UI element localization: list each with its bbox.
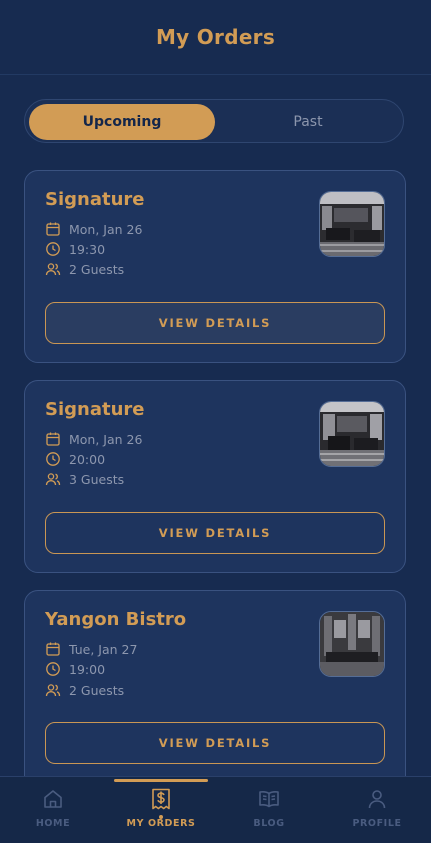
nav-home[interactable]: HOME (8, 787, 98, 829)
active-tab-indicator (114, 779, 208, 782)
guests-text: 2 Guests (69, 261, 125, 277)
order-date: Mon, Jan 26 (45, 221, 142, 237)
view-details-button[interactable]: VIEW DETAILS (45, 722, 385, 764)
order-guests: 2 Guests (45, 261, 124, 277)
restaurant-name: Signature (45, 189, 145, 210)
time-text: 20:00 (69, 451, 106, 467)
home-icon (44, 790, 62, 808)
bottom-navigation: HOME MY ORDERS BLOG PROFILE (0, 776, 431, 843)
guests-icon (45, 684, 61, 697)
view-details-button[interactable]: VIEW DETAILS (45, 302, 385, 344)
restaurant-photo (319, 611, 385, 677)
clock-icon (46, 662, 60, 676)
guests-icon (45, 263, 61, 276)
nav-blog-label: BLOG (253, 818, 285, 829)
order-time: 20:00 (45, 451, 105, 467)
order-tabs: Upcoming Past (24, 99, 404, 143)
date-text: Mon, Jan 26 (69, 431, 143, 447)
page-header: My Orders (0, 0, 431, 75)
page-title: My Orders (155, 25, 276, 49)
active-dot (159, 815, 163, 819)
order-date: Mon, Jan 26 (45, 431, 142, 447)
order-time: 19:00 (45, 661, 105, 677)
user-icon (368, 790, 386, 809)
restaurant-name: Yangon Bistro (45, 609, 187, 630)
tab-upcoming[interactable]: Upcoming (29, 104, 215, 140)
calendar-icon (46, 222, 60, 236)
open-book-icon (259, 791, 279, 808)
nav-home-label: HOME (35, 818, 71, 829)
view-details-button[interactable]: VIEW DETAILS (45, 512, 385, 554)
date-text: Mon, Jan 26 (69, 221, 143, 237)
tab-past[interactable]: Past (215, 104, 401, 140)
order-date: Tue, Jan 27 (45, 641, 137, 657)
order-card: Yangon Bistro Tue, Jan 27 19:00 2 Guests… (24, 590, 406, 790)
time-text: 19:00 (69, 661, 106, 677)
order-card: Signature Mon, Jan 26 19:30 2 Guests VIE… (24, 170, 406, 363)
order-guests: 3 Guests (45, 471, 124, 487)
guests-text: 2 Guests (69, 682, 125, 698)
time-text: 19:30 (69, 241, 106, 257)
order-time: 19:30 (45, 241, 105, 257)
nav-profile-label: PROFILE (352, 818, 402, 829)
date-text: Tue, Jan 27 (69, 641, 138, 657)
guests-icon (45, 473, 61, 486)
restaurant-photo (319, 191, 385, 257)
clock-icon (46, 452, 60, 466)
restaurant-photo (319, 401, 385, 467)
calendar-icon (46, 642, 60, 656)
order-guests: 2 Guests (45, 682, 124, 698)
calendar-icon (46, 432, 60, 446)
nav-my-orders[interactable]: MY ORDERS (116, 787, 206, 829)
clock-icon (46, 242, 60, 256)
nav-blog[interactable]: BLOG (224, 787, 314, 829)
guests-text: 3 Guests (69, 471, 125, 487)
order-card: Signature Mon, Jan 26 20:00 3 Guests VIE… (24, 380, 406, 573)
nav-profile[interactable]: PROFILE (332, 787, 422, 829)
restaurant-name: Signature (45, 399, 145, 420)
nav-my-orders-label: MY ORDERS (126, 818, 196, 829)
receipt-dollar-icon (152, 788, 170, 810)
